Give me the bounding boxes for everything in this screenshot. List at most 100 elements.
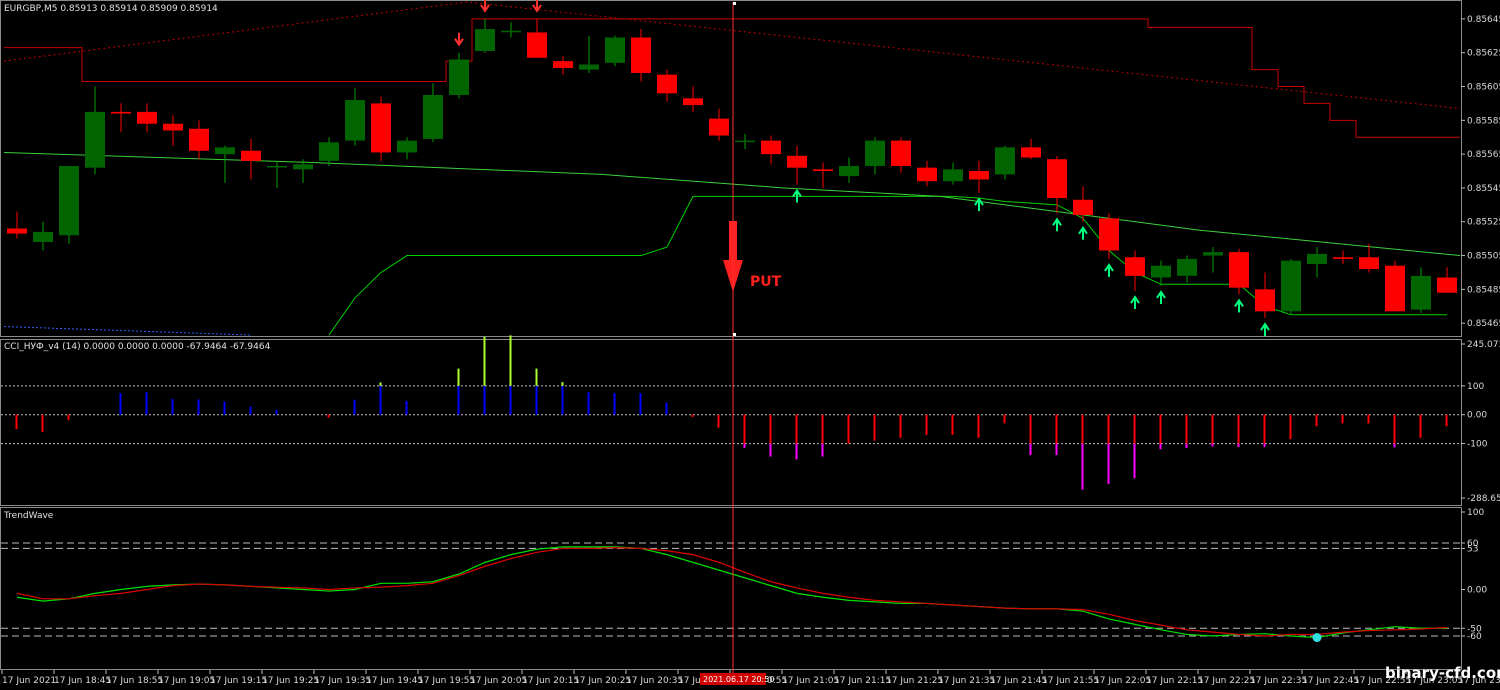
candle <box>319 142 339 161</box>
candle <box>839 165 859 177</box>
candle <box>293 164 313 170</box>
candle <box>501 30 521 33</box>
crosshair-top-marker <box>733 2 736 5</box>
x-tick-label: 17 Jun 18:45 <box>54 676 111 686</box>
candle <box>1099 218 1119 251</box>
cci-panel-title: CCI_НУФ_v4 (14) 0.0000 0.0000 0.0000 -67… <box>4 342 271 352</box>
watermark: binary-cfd.com <box>1385 664 1500 682</box>
x-tick-label: 17 Jun 22:25 <box>1198 676 1255 686</box>
x-tick-label: 17 Jun 20:35 <box>626 676 683 686</box>
candle <box>1411 275 1431 310</box>
x-tick-label: 17 Jun 19:45 <box>366 676 423 686</box>
candle <box>1437 277 1457 293</box>
y-tick-label: 53 <box>1467 544 1478 554</box>
y-tick-label: 0.85505 <box>1467 252 1500 262</box>
x-tick-label: 17 Jun 2021 <box>2 676 56 686</box>
x-tick-label: 17 Jun 21:05 <box>782 676 839 686</box>
candle <box>85 111 105 168</box>
x-tick-label: 17 Jun 19:25 <box>262 676 319 686</box>
candle <box>1125 257 1145 276</box>
y-tick-label: 100 <box>1467 508 1484 518</box>
y-tick-label: 0.00 <box>1467 411 1487 421</box>
trading-chart[interactable]: EURGBP,M5 0.85913 0.85914 0.85909 0.8591… <box>0 0 1500 690</box>
candle <box>605 37 625 63</box>
crosshair-bottom-marker <box>733 333 736 336</box>
candle <box>267 165 287 168</box>
y-tick-label: -288.659 <box>1467 494 1500 504</box>
candle <box>527 32 547 58</box>
candle <box>33 231 53 243</box>
candle <box>137 111 157 124</box>
candle <box>1333 257 1353 259</box>
candle <box>1073 199 1093 215</box>
candle <box>371 103 391 153</box>
candle <box>1255 289 1275 312</box>
candle <box>865 140 885 166</box>
x-tick-label: 17 Jun 22:15 <box>1146 676 1203 686</box>
candle <box>917 167 937 182</box>
candle <box>1203 252 1223 256</box>
x-tick-label: 17 Jun 20:05 <box>470 676 527 686</box>
candle <box>241 150 261 161</box>
x-tick-label: 17 Jun 21:35 <box>938 676 995 686</box>
y-tick-label: 0.85545 <box>1467 184 1500 194</box>
y-tick-label: 0.85465 <box>1467 319 1500 329</box>
x-tick-label: 17 Jun 20:15 <box>522 676 579 686</box>
y-tick-label: -100 <box>1467 440 1488 450</box>
candle <box>1307 253 1327 265</box>
candle <box>579 64 599 70</box>
x-tick-label: 17 Jun 21:45 <box>990 676 1047 686</box>
candle <box>1359 257 1379 270</box>
candle <box>189 128 209 151</box>
candle <box>553 61 573 68</box>
candle <box>683 98 703 106</box>
candle <box>1385 265 1405 312</box>
x-tick-label: 17 Jun 19:15 <box>210 676 267 686</box>
y-tick-label: 0.85565 <box>1467 150 1500 160</box>
candle <box>163 123 183 131</box>
y-tick-label: 0.85525 <box>1467 218 1500 228</box>
candle <box>397 140 417 153</box>
candle <box>787 155 807 168</box>
y-tick-label: -60 <box>1467 632 1482 642</box>
x-tick-label: 17 Jun 19:05 <box>158 676 215 686</box>
x-tick-label: 17 Jun 21:55 <box>1042 676 1099 686</box>
candle <box>813 169 833 172</box>
candle <box>345 100 365 141</box>
y-tick-label: 0.85605 <box>1467 83 1500 93</box>
candle <box>969 171 989 180</box>
candle <box>1281 260 1301 312</box>
y-tick-label: 0.85585 <box>1467 116 1500 126</box>
candle <box>1229 252 1249 288</box>
x-tick-label: 17 Jun 22:35 <box>1250 676 1307 686</box>
candle <box>657 74 677 94</box>
x-tick-label: 17 Jun 21:15 <box>834 676 891 686</box>
candle <box>1047 159 1067 199</box>
y-tick-label: 100 <box>1467 382 1484 392</box>
y-tick-label: 0.85645 <box>1467 15 1500 25</box>
candle <box>1021 147 1041 158</box>
candle <box>709 118 729 136</box>
candle <box>111 111 131 114</box>
x-tick-label: 17 Jun 19:35 <box>314 676 371 686</box>
y-tick-label: 0.00 <box>1467 586 1487 596</box>
crosshair-time-label: 2021.06.17 20:50 <box>703 675 774 684</box>
candle <box>59 165 79 236</box>
candle <box>449 59 469 95</box>
candle <box>995 147 1015 175</box>
candle <box>943 169 963 182</box>
y-tick-label: 0.85485 <box>1467 285 1500 295</box>
candle <box>631 37 651 73</box>
trendwave-panel-title: TrendWave <box>3 511 54 521</box>
candle <box>7 228 27 234</box>
trendwave-signal-dot <box>1312 633 1322 643</box>
candle <box>735 140 755 143</box>
x-tick-label: 17 Jun 20:25 <box>574 676 631 686</box>
candle <box>475 29 495 52</box>
y-tick-label: 245.0736 <box>1467 340 1500 350</box>
candle <box>761 140 781 155</box>
candle <box>215 147 235 155</box>
candle <box>1177 258 1197 276</box>
put-annotation: PUT <box>750 274 782 290</box>
candle <box>423 94 443 139</box>
